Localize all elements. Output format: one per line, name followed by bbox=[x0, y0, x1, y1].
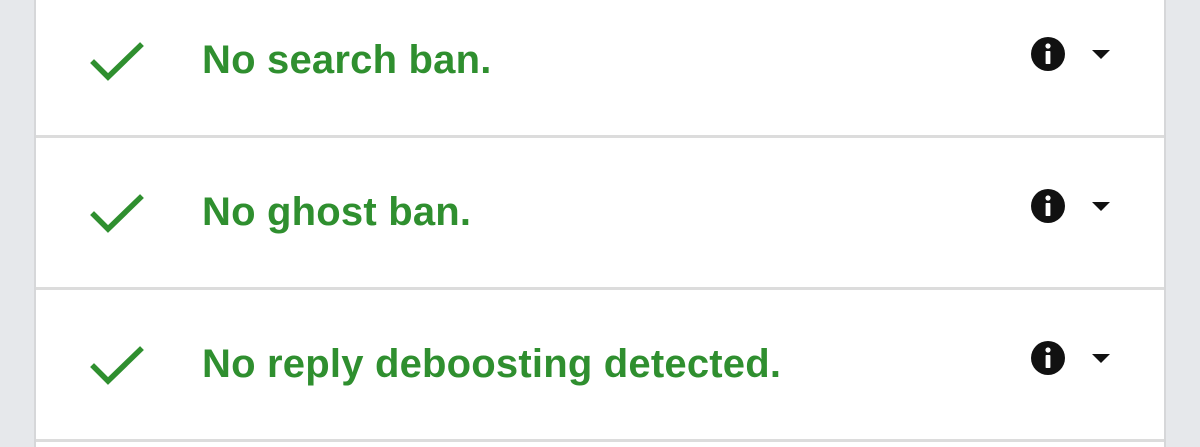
results-card: No search ban. No ghost ban. No reply de… bbox=[34, 0, 1166, 447]
result-row-search-ban: No search ban. bbox=[36, 0, 1164, 138]
info-icon[interactable] bbox=[1030, 188, 1066, 224]
check-icon bbox=[90, 42, 144, 82]
result-label: No search ban. bbox=[202, 38, 492, 82]
result-label: No ghost ban. bbox=[202, 190, 472, 234]
chevron-down-icon[interactable] bbox=[1090, 47, 1112, 61]
result-label: No reply deboosting detected. bbox=[202, 342, 782, 386]
result-row-reply-deboosting: No reply deboosting detected. bbox=[36, 290, 1164, 442]
info-icon[interactable] bbox=[1030, 36, 1066, 72]
info-icon[interactable] bbox=[1030, 340, 1066, 376]
check-icon bbox=[90, 346, 144, 386]
chevron-down-icon[interactable] bbox=[1090, 199, 1112, 213]
result-row-ghost-ban: No ghost ban. bbox=[36, 138, 1164, 290]
chevron-down-icon[interactable] bbox=[1090, 351, 1112, 365]
check-icon bbox=[90, 194, 144, 234]
